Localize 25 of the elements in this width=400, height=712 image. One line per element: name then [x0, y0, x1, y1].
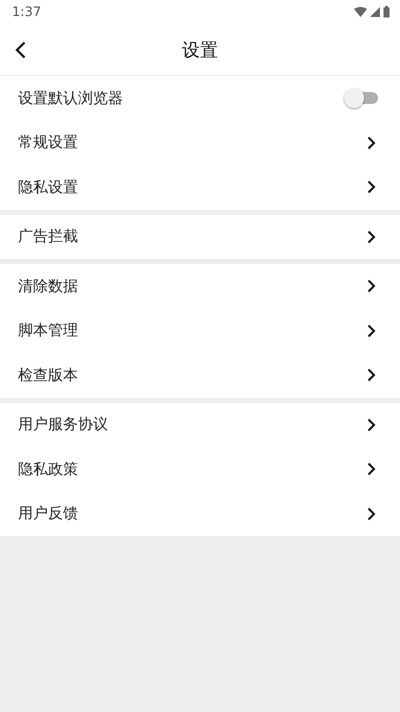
chevron-right-icon — [367, 279, 376, 294]
setting-label[interactable]: 检查版本 — [18, 366, 78, 385]
chevron-right-icon — [367, 506, 376, 521]
wifi-icon — [354, 7, 367, 17]
status-time: 1:37 — [12, 4, 42, 20]
chevron-right-icon — [367, 418, 376, 432]
battery-icon — [383, 6, 390, 18]
chevron-right-icon — [367, 368, 376, 382]
setting-label[interactable]: 清除数据 — [18, 276, 78, 296]
setting-label[interactable]: 隐私政策 — [18, 460, 78, 479]
chevron-right-icon — [367, 180, 376, 194]
setting-label[interactable]: 隐私设置 — [18, 178, 78, 197]
setting-label[interactable]: 广告拦截 — [18, 227, 78, 246]
setting-label[interactable]: 设置默认浏览器 — [18, 88, 123, 108]
back-icon — [14, 40, 26, 58]
chevron-right-icon — [367, 462, 376, 476]
page-title: 设置 — [182, 38, 218, 62]
chevron-right-icon — [367, 230, 376, 244]
chevron-right-icon — [367, 324, 376, 338]
signal-icon — [370, 7, 380, 17]
setting-label[interactable]: 脚本管理 — [18, 321, 78, 340]
chevron-right-icon — [367, 136, 376, 150]
setting-label[interactable]: 用户反馈 — [18, 504, 78, 524]
setting-label[interactable]: 用户服务协议 — [18, 415, 108, 434]
setting-label[interactable]: 常规设置 — [18, 133, 78, 152]
